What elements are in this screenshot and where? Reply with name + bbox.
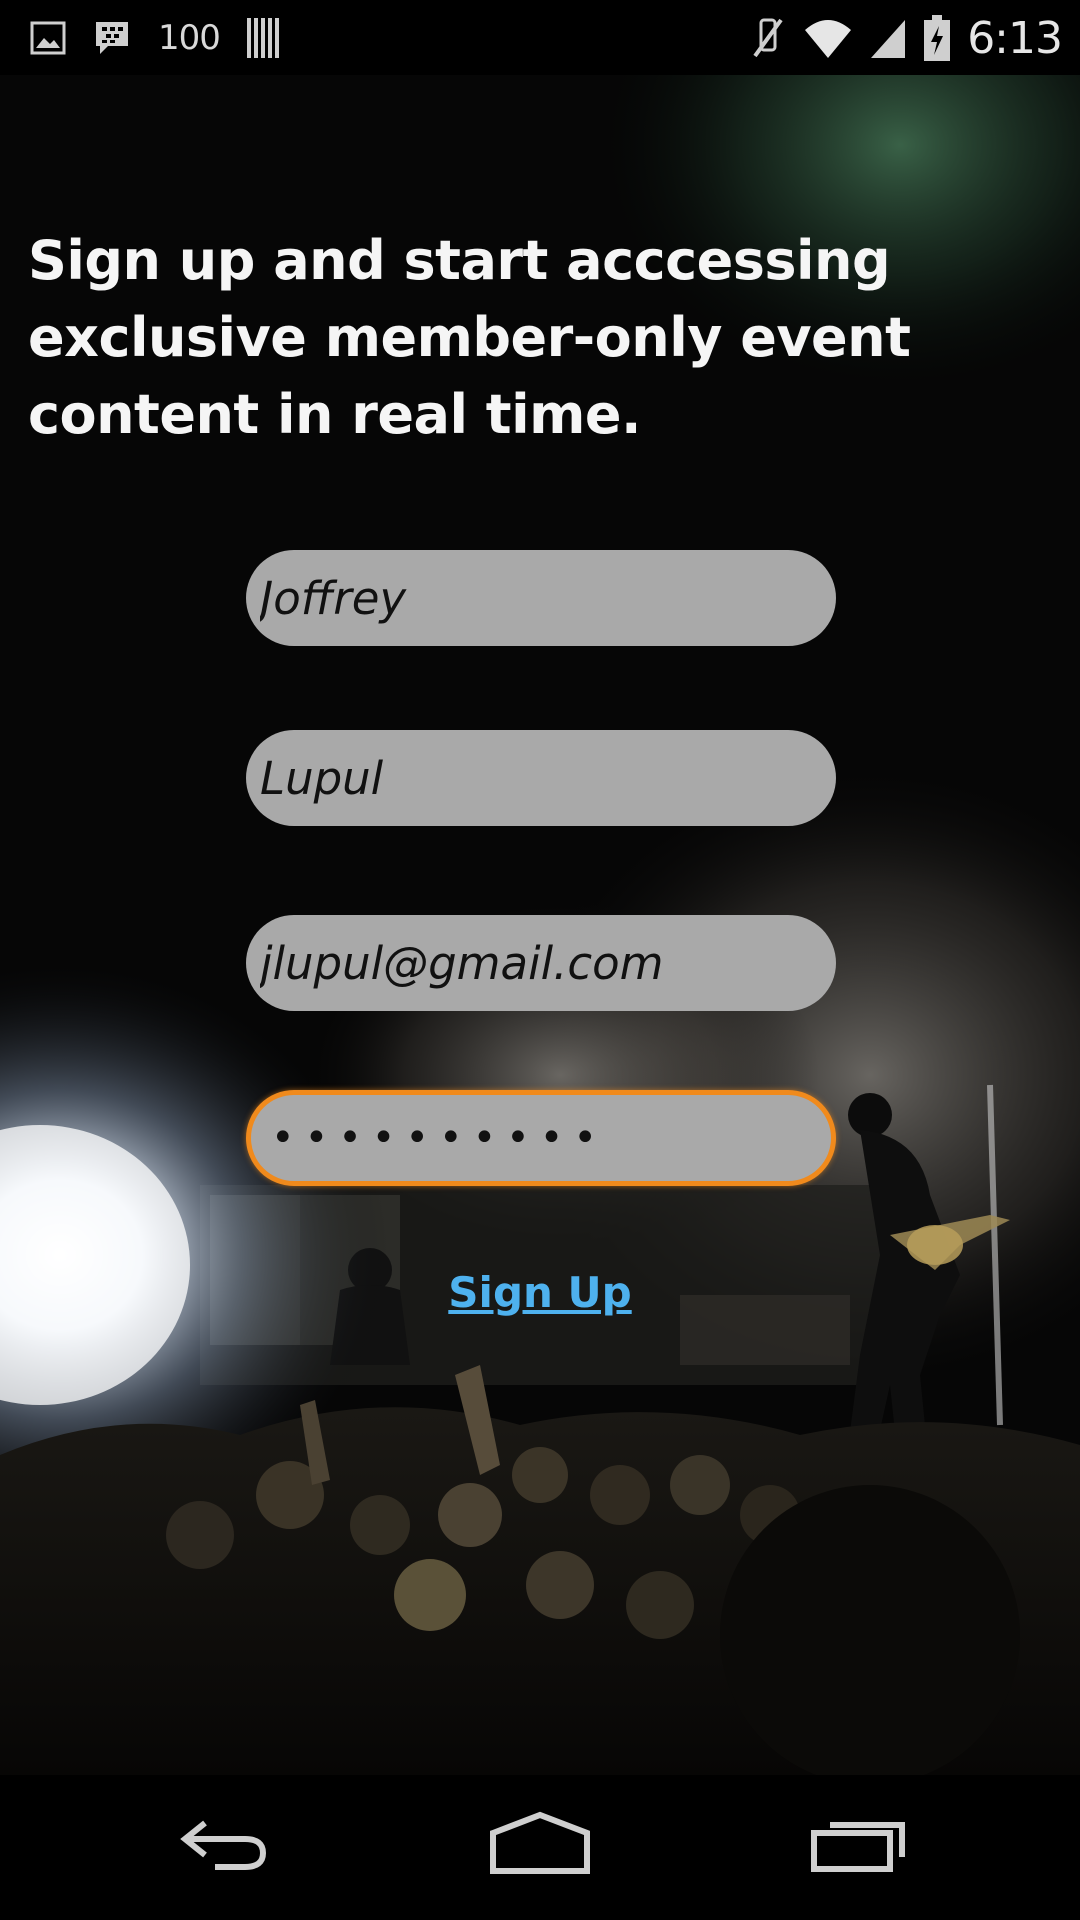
signup-headline: Sign up and start acccessing exclusive m… (28, 229, 911, 446)
clock: 6:13 (967, 12, 1063, 64)
home-icon (485, 1811, 595, 1880)
back-icon (175, 1813, 275, 1878)
battery-icon (923, 14, 951, 62)
email-field[interactable] (246, 915, 836, 1011)
notification-icons: 100 (30, 14, 280, 62)
system-icons: 6:13 (749, 10, 1063, 66)
signal-icon (869, 16, 907, 60)
wifi-icon (803, 16, 853, 60)
recent-apps-button[interactable] (798, 1805, 918, 1885)
back-button[interactable] (165, 1805, 285, 1885)
counter-text: 100 (158, 18, 221, 58)
status-bar: 100 6:13 (0, 0, 1080, 75)
bbm-icon (92, 18, 132, 58)
first-name-field[interactable] (246, 550, 836, 646)
navigation-bar (0, 1775, 1080, 1920)
recent-apps-icon (808, 1813, 908, 1878)
home-button[interactable] (480, 1805, 600, 1885)
signup-screen: 100 6:13 Sign up and start acccessing ex… (0, 0, 1080, 1920)
mute-icon (749, 16, 787, 60)
barcode-icon (246, 17, 280, 59)
password-field[interactable] (246, 1090, 836, 1186)
gallery-icon (30, 20, 66, 56)
last-name-field[interactable] (246, 730, 836, 826)
sign-up-button[interactable]: Sign Up (430, 1268, 650, 1317)
